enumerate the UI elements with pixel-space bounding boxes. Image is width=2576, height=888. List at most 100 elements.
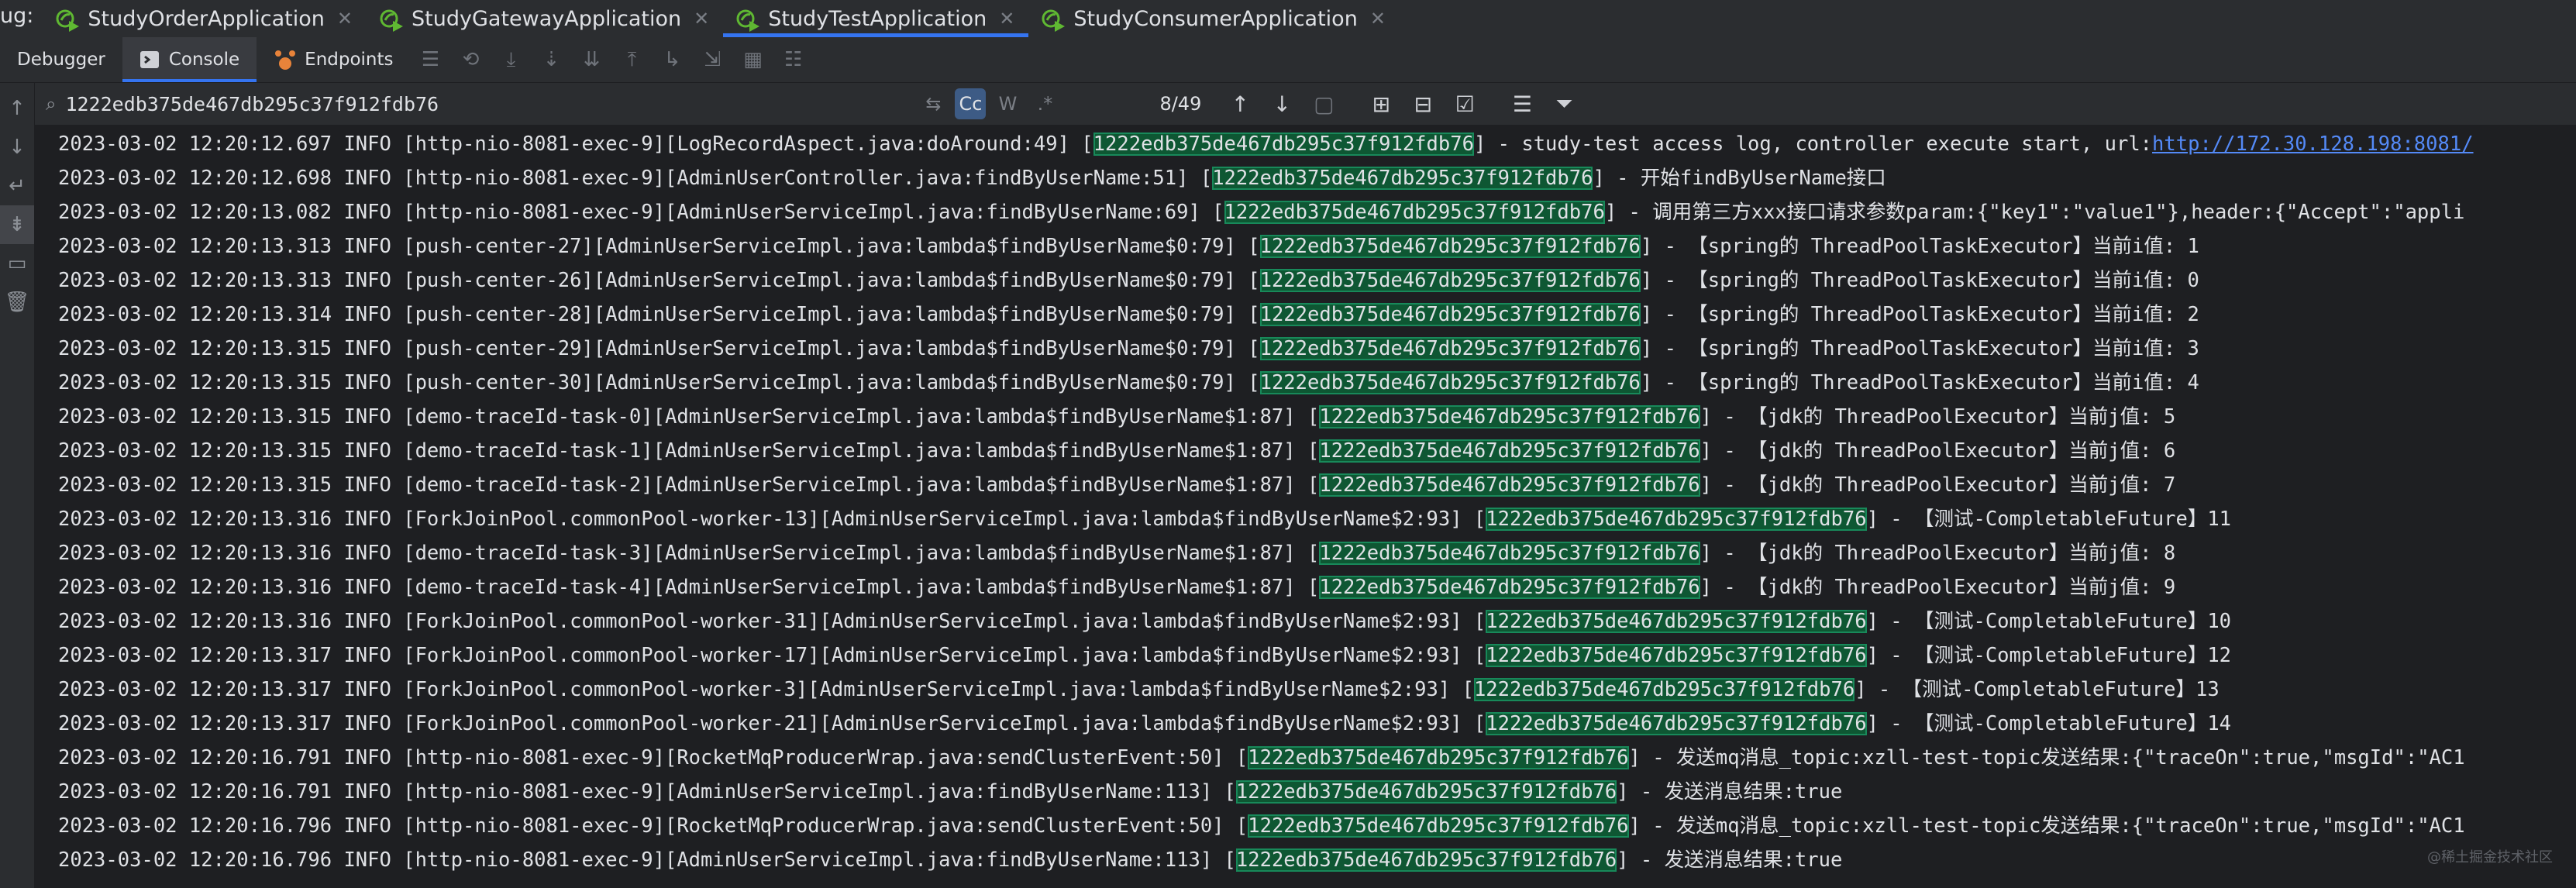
spring-boot-run-icon <box>380 9 404 32</box>
run-tab-study-test[interactable]: StudyTestApplication ✕ <box>723 0 1029 37</box>
console-line: 2023-03-02 12:20:13.315 INFO [push-cente… <box>58 337 2199 360</box>
spring-boot-run-icon <box>1042 9 1066 32</box>
trash-icon[interactable]: 🗑 <box>0 283 34 322</box>
next-match-icon[interactable]: ↓ <box>1266 88 1297 119</box>
console-line: 2023-03-02 12:20:13.316 INFO [ForkJoinPo… <box>58 508 2232 531</box>
console-side-toolbar: ↑ ↓ ↵ ⇟ ▭ 🗑 <box>0 83 35 888</box>
trace-id-match: 1222edb375de467db295c37f912fdb76 <box>1486 644 1867 667</box>
spring-boot-run-icon <box>56 9 80 32</box>
run-to-cursor-icon[interactable]: ↳ <box>657 44 688 75</box>
trace-id-match: 1222edb375de467db295c37f912fdb76 <box>1319 405 1700 429</box>
previous-match-icon[interactable]: ↑ <box>1224 88 1255 119</box>
drop-frame-icon[interactable]: ⇲ <box>697 44 728 75</box>
console-line: 2023-03-02 12:20:16.796 INFO [http-nio-8… <box>58 848 1843 872</box>
console-line: 2023-03-02 12:20:13.315 INFO [demo-trace… <box>58 405 2176 429</box>
search-input[interactable]: 1222edb375de467db295c37f912fdb76 <box>65 93 918 115</box>
remove-occurrence-icon[interactable]: ⊟ <box>1407 88 1438 119</box>
run-tabs-prefix: ug: <box>0 3 34 28</box>
scroll-to-end-icon[interactable]: ⇟ <box>0 205 34 244</box>
console-line: 2023-03-02 12:20:13.315 INFO [demo-trace… <box>58 473 2176 497</box>
select-all-occurrences-icon[interactable]: ▢ <box>1308 88 1339 119</box>
console-line: 2023-03-02 12:20:12.697 INFO [http-nio-8… <box>58 133 2474 156</box>
spring-boot-run-icon <box>736 9 760 32</box>
match-count: 8/49 <box>1159 93 1202 115</box>
match-case-toggle[interactable]: Cc <box>955 88 987 119</box>
scroll-down-icon[interactable]: ↓ <box>0 128 34 167</box>
console-output: 2023-03-02 12:20:12.697 INFO [http-nio-8… <box>35 126 2576 888</box>
tab-console-label: Console <box>168 50 240 70</box>
close-icon[interactable]: ✕ <box>999 8 1014 29</box>
tab-debugger-label: Debugger <box>17 50 105 70</box>
trace-id-match: 1222edb375de467db295c37f912fdb76 <box>1259 269 1641 292</box>
select-all-icon[interactable]: ☑ <box>1449 88 1480 119</box>
run-tab-study-gateway[interactable]: StudyGatewayApplication ✕ <box>367 0 723 37</box>
trace-id-match: 1222edb375de467db295c37f912fdb76 <box>1486 508 1867 531</box>
regex-toggle[interactable]: .* <box>1029 88 1060 119</box>
trace-id-match: 1222edb375de467db295c37f912fdb76 <box>1259 337 1641 360</box>
trace-id-match: 1222edb375de467db295c37f912fdb76 <box>1224 201 1605 224</box>
trace-id-match: 1222edb375de467db295c37f912fdb76 <box>1235 848 1617 872</box>
scroll-up-icon[interactable]: ↑ <box>0 89 34 128</box>
run-tabs-bar: ug: StudyOrderApplication ✕ StudyGateway… <box>0 0 2576 38</box>
console-line: 2023-03-02 12:20:13.082 INFO [http-nio-8… <box>58 201 2465 224</box>
trace-stream-icon[interactable]: ☷ <box>778 44 809 75</box>
trace-id-match: 1222edb375de467db295c37f912fdb76 <box>1248 814 1629 838</box>
console-line: 2023-03-02 12:20:13.313 INFO [push-cente… <box>58 269 2199 292</box>
console-line: 2023-03-02 12:20:13.314 INFO [push-cente… <box>58 303 2199 326</box>
run-tab-label: StudyOrderApplication <box>88 6 325 31</box>
tab-console[interactable]: Console <box>122 37 257 82</box>
trace-id-match: 1222edb375de467db295c37f912fdb76 <box>1486 712 1867 735</box>
console-line: 2023-03-02 12:20:12.698 INFO [http-nio-8… <box>58 167 1886 190</box>
restore-frames-icon[interactable]: ⟲ <box>456 44 487 75</box>
trace-id-match: 1222edb375de467db295c37f912fdb76 <box>1319 576 1700 599</box>
add-occurrence-icon[interactable]: ⊞ <box>1365 88 1396 119</box>
console-line: 2023-03-02 12:20:16.791 INFO [http-nio-8… <box>58 746 2465 769</box>
words-toggle[interactable]: W <box>992 88 1023 119</box>
close-icon[interactable]: ✕ <box>1370 8 1386 29</box>
console-line: 2023-03-02 12:20:16.796 INFO [http-nio-8… <box>58 814 2465 838</box>
trace-id-match: 1222edb375de467db295c37f912fdb76 <box>1319 542 1700 565</box>
run-tab-label: StudyGatewayApplication <box>412 6 682 31</box>
trace-id-match: 1222edb375de467db295c37f912fdb76 <box>1319 439 1700 463</box>
trace-id-match: 1222edb375de467db295c37f912fdb76 <box>1248 746 1629 769</box>
close-icon[interactable]: ✕ <box>337 8 353 29</box>
tab-debugger[interactable]: Debugger <box>0 37 122 82</box>
log-url-link[interactable]: http://172.30.128.198:8081/ <box>2152 133 2474 156</box>
console-line: 2023-03-02 12:20:13.316 INFO [demo-trace… <box>58 576 2176 599</box>
step-out-icon[interactable]: ⤒ <box>617 44 648 75</box>
console-line: 2023-03-02 12:20:13.317 INFO [ForkJoinPo… <box>58 644 2232 667</box>
run-tab-label: StudyTestApplication <box>768 6 987 31</box>
debug-toolbar: Debugger Console Endpoints ☰ ⟲ ⤓ ⇣ ⇊ ⤒ ↳… <box>0 37 2576 83</box>
console-icon <box>139 51 159 68</box>
tab-endpoints[interactable]: Endpoints <box>257 37 410 82</box>
soft-wrap-icon[interactable]: ↵ <box>0 167 34 205</box>
run-tab-label: StudyConsumerApplication <box>1073 6 1358 31</box>
trace-id-match: 1222edb375de467db295c37f912fdb76 <box>1212 167 1593 190</box>
console-line: 2023-03-02 12:20:13.317 INFO [ForkJoinPo… <box>58 678 2220 701</box>
print-icon[interactable]: ▭ <box>0 244 34 283</box>
trace-id-match: 1222edb375de467db295c37f912fdb76 <box>1319 473 1700 497</box>
trace-id-match: 1222edb375de467db295c37f912fdb76 <box>1093 133 1474 156</box>
console-find-bar: ⌕ 1222edb375de467db295c37f912fdb76 ⇆ Cc … <box>35 83 2576 126</box>
evaluate-expression-icon[interactable]: ▦ <box>738 44 769 75</box>
menu-icon[interactable]: ☰ <box>415 44 446 75</box>
console-line: 2023-03-02 12:20:13.316 INFO [ForkJoinPo… <box>58 610 2232 633</box>
history-icon[interactable]: ⇆ <box>918 88 949 119</box>
trace-id-match: 1222edb375de467db295c37f912fdb76 <box>1486 610 1867 633</box>
run-tab-study-consumer[interactable]: StudyConsumerApplication ✕ <box>1028 0 1400 37</box>
trace-id-match: 1222edb375de467db295c37f912fdb76 <box>1235 780 1617 804</box>
run-tab-study-order[interactable]: StudyOrderApplication ✕ <box>43 0 367 37</box>
trace-id-match: 1222edb375de467db295c37f912fdb76 <box>1259 303 1641 326</box>
filter-search-results-icon[interactable]: ☰ <box>1507 88 1538 119</box>
console-line: 2023-03-02 12:20:13.315 INFO [push-cente… <box>58 371 2199 394</box>
endpoints-icon <box>275 50 296 70</box>
step-over-icon[interactable]: ⤓ <box>496 44 527 75</box>
console-line: 2023-03-02 12:20:13.313 INFO [push-cente… <box>58 235 2199 258</box>
trace-id-match: 1222edb375de467db295c37f912fdb76 <box>1259 371 1641 394</box>
step-into-icon[interactable]: ⇣ <box>536 44 567 75</box>
console-line: 2023-03-02 12:20:13.316 INFO [demo-trace… <box>58 542 2176 565</box>
close-icon[interactable]: ✕ <box>694 8 709 29</box>
force-step-into-icon[interactable]: ⇊ <box>577 44 608 75</box>
search-icon: ⌕ <box>46 93 57 115</box>
filter-icon[interactable]: ⏷ <box>1548 88 1579 119</box>
